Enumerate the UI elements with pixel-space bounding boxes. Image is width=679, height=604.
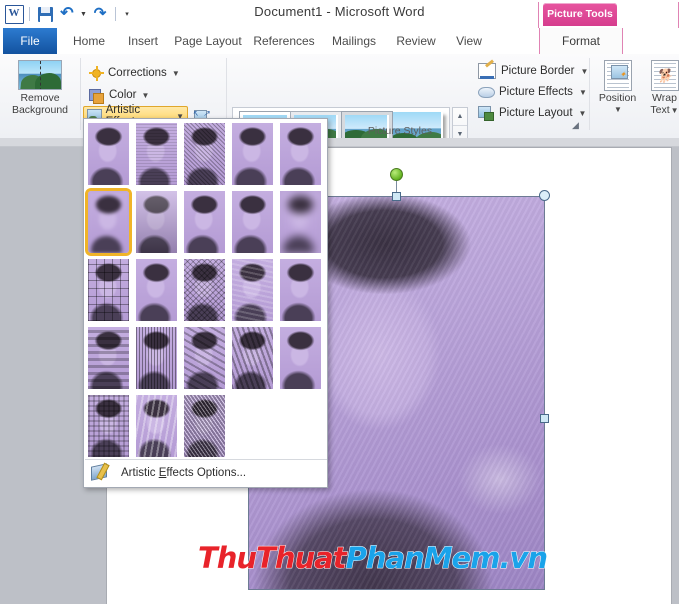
contextual-tab-group-label: Picture Tools	[543, 3, 617, 26]
artistic-effect-thumbnail[interactable]	[184, 191, 225, 253]
group-separator-1	[80, 58, 81, 130]
picture-styles-group-label: Picture Styles	[355, 125, 445, 137]
watermark-part3: .vn	[499, 541, 547, 575]
rotate-handle[interactable]	[390, 168, 403, 181]
watermark-part1: ThuThuat	[198, 541, 346, 575]
wrap-text-label-line1: Wrap	[641, 92, 679, 104]
color-button[interactable]: Color ▼	[86, 85, 152, 105]
artistic-effect-thumbnail[interactable]	[232, 123, 273, 185]
position-icon: ✦	[604, 60, 632, 91]
wrap-text-button[interactable]: 🐕 Wrap Text▼	[641, 60, 679, 117]
artistic-effect-thumbnail[interactable]	[280, 327, 321, 389]
corrections-label: Corrections	[108, 67, 167, 79]
artistic-effect-thumbnail[interactable]	[136, 123, 177, 185]
tab-review[interactable]: Review	[388, 28, 444, 54]
chevron-down-icon: ▼	[595, 104, 641, 116]
chevron-down-icon: ▼	[579, 109, 587, 118]
wrap-text-icon: 🐕	[651, 60, 679, 91]
handle-top-center[interactable]	[392, 192, 401, 201]
artistic-effect-thumbnail[interactable]	[184, 259, 225, 321]
tab-file[interactable]: File	[3, 28, 57, 54]
artistic-effects-options-label: Artistic Effects Options...	[121, 467, 246, 479]
tab-view[interactable]: View	[446, 28, 492, 54]
artistic-effect-thumbnail[interactable]	[280, 191, 321, 253]
title-bar: W ↶ ▼ ↷ ▾ Document1 - Microsoft Word Pic…	[0, 0, 679, 28]
tab-format[interactable]: Format	[539, 28, 623, 55]
picture-border-label: Picture Border	[501, 65, 575, 77]
remove-background-button[interactable]: Remove Background	[4, 60, 76, 126]
artistic-effect-thumbnail[interactable]	[88, 123, 129, 185]
picture-effects-icon	[478, 85, 494, 99]
brightness-icon	[89, 66, 104, 81]
watermark-part2: PhanMem	[346, 541, 500, 575]
chevron-down-icon: ▼	[141, 91, 149, 100]
group-separator-3	[589, 58, 590, 130]
picture-styles-dialog-launcher[interactable]: ◢	[572, 120, 582, 130]
chevron-down-icon: ▼	[581, 67, 589, 76]
artistic-effect-thumbnail[interactable]	[136, 327, 177, 389]
tab-insert[interactable]: Insert	[118, 28, 168, 54]
picture-effects-button[interactable]: Picture Effects ▼	[478, 82, 587, 102]
artistic-effect-thumbnail[interactable]	[88, 259, 129, 321]
chevron-down-icon: ▼	[579, 88, 587, 97]
picture-border-button[interactable]: Picture Border ▼	[478, 61, 588, 81]
handle-top-right[interactable]	[539, 190, 550, 201]
artistic-effect-thumbnail[interactable]	[232, 259, 273, 321]
artistic-effect-thumbnail[interactable]	[136, 395, 177, 457]
artistic-effect-thumbnail[interactable]	[184, 123, 225, 185]
artistic-effect-thumbnail[interactable]	[280, 123, 321, 185]
handle-middle-right[interactable]	[540, 414, 549, 423]
tab-page-layout[interactable]: Page Layout	[170, 28, 246, 54]
tab-home[interactable]: Home	[62, 28, 116, 54]
position-label: Position	[599, 92, 636, 104]
position-button[interactable]: ✦ Position ▼	[594, 60, 641, 116]
artistic-effects-options-icon	[89, 462, 115, 484]
wrap-text-label-line2: Text	[650, 104, 669, 116]
tab-references[interactable]: References	[248, 28, 320, 54]
remove-background-label-line2: Background	[4, 104, 76, 116]
color-icon	[89, 88, 105, 103]
tab-mailings[interactable]: Mailings	[322, 28, 386, 54]
corrections-button[interactable]: Corrections ▼	[86, 63, 183, 83]
ribbon-tab-strip: File Home Insert Page Layout References …	[0, 28, 679, 55]
remove-background-label-line1: Remove	[4, 92, 76, 104]
artistic-effect-thumbnail[interactable]	[136, 191, 177, 253]
picture-border-icon	[478, 63, 496, 79]
artistic-effects-options-row[interactable]: Artistic Effects Options...	[85, 459, 327, 486]
picture-layout-icon	[478, 106, 494, 120]
chevron-down-icon: ▼	[172, 69, 180, 78]
picture-effects-label: Picture Effects	[499, 86, 573, 98]
picture-layout-button[interactable]: Picture Layout ▼	[478, 103, 586, 123]
color-label: Color	[109, 89, 136, 101]
artistic-effect-thumbnail[interactable]	[88, 191, 129, 253]
watermark: ThuThuatPhanMem.vn	[198, 541, 547, 575]
artistic-effect-thumbnail[interactable]	[280, 259, 321, 321]
artistic-effect-thumbnail[interactable]	[136, 259, 177, 321]
remove-background-icon	[18, 60, 62, 90]
artistic-effect-thumbnail[interactable]	[88, 327, 129, 389]
artistic-effect-thumbnail[interactable]	[184, 395, 225, 457]
scroll-up-button[interactable]: ▲	[453, 108, 467, 126]
picture-layout-label: Picture Layout	[499, 107, 573, 119]
artistic-effect-thumbnail[interactable]	[184, 327, 225, 389]
artistic-effect-thumbnail[interactable]	[232, 191, 273, 253]
artistic-effects-dropdown[interactable]: Artistic Effects Options...	[83, 118, 328, 488]
artistic-effect-thumbnail[interactable]	[232, 327, 273, 389]
artistic-effect-thumbnail[interactable]	[88, 395, 129, 457]
